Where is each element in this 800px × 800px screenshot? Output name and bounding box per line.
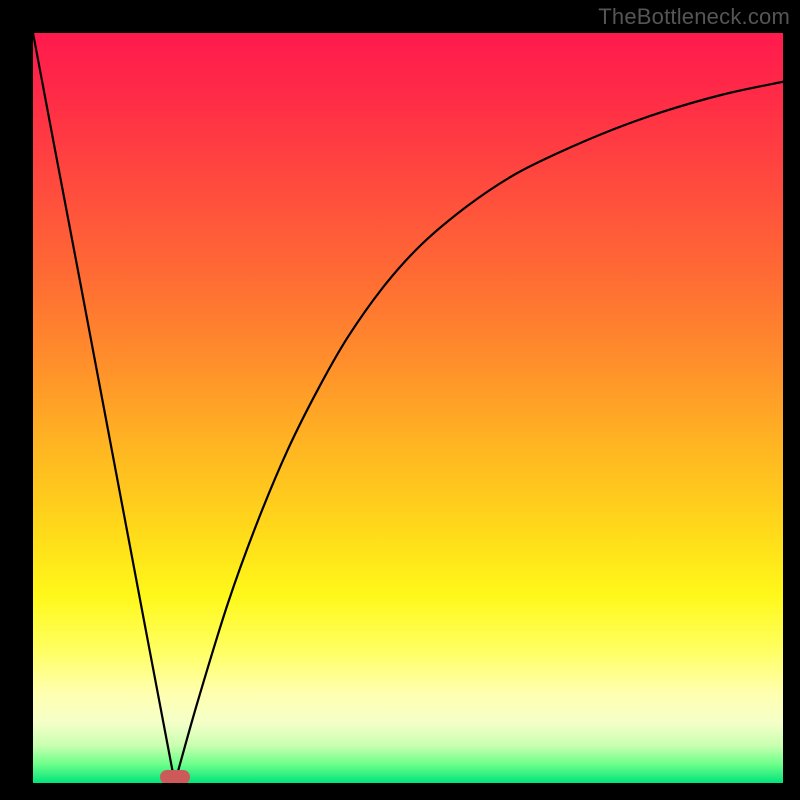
plot-area bbox=[33, 33, 783, 783]
chart-frame: TheBottleneck.com bbox=[0, 0, 800, 800]
optimum-marker bbox=[160, 770, 190, 783]
watermark-text: TheBottleneck.com bbox=[598, 4, 790, 30]
bottleneck-curve bbox=[33, 33, 783, 783]
